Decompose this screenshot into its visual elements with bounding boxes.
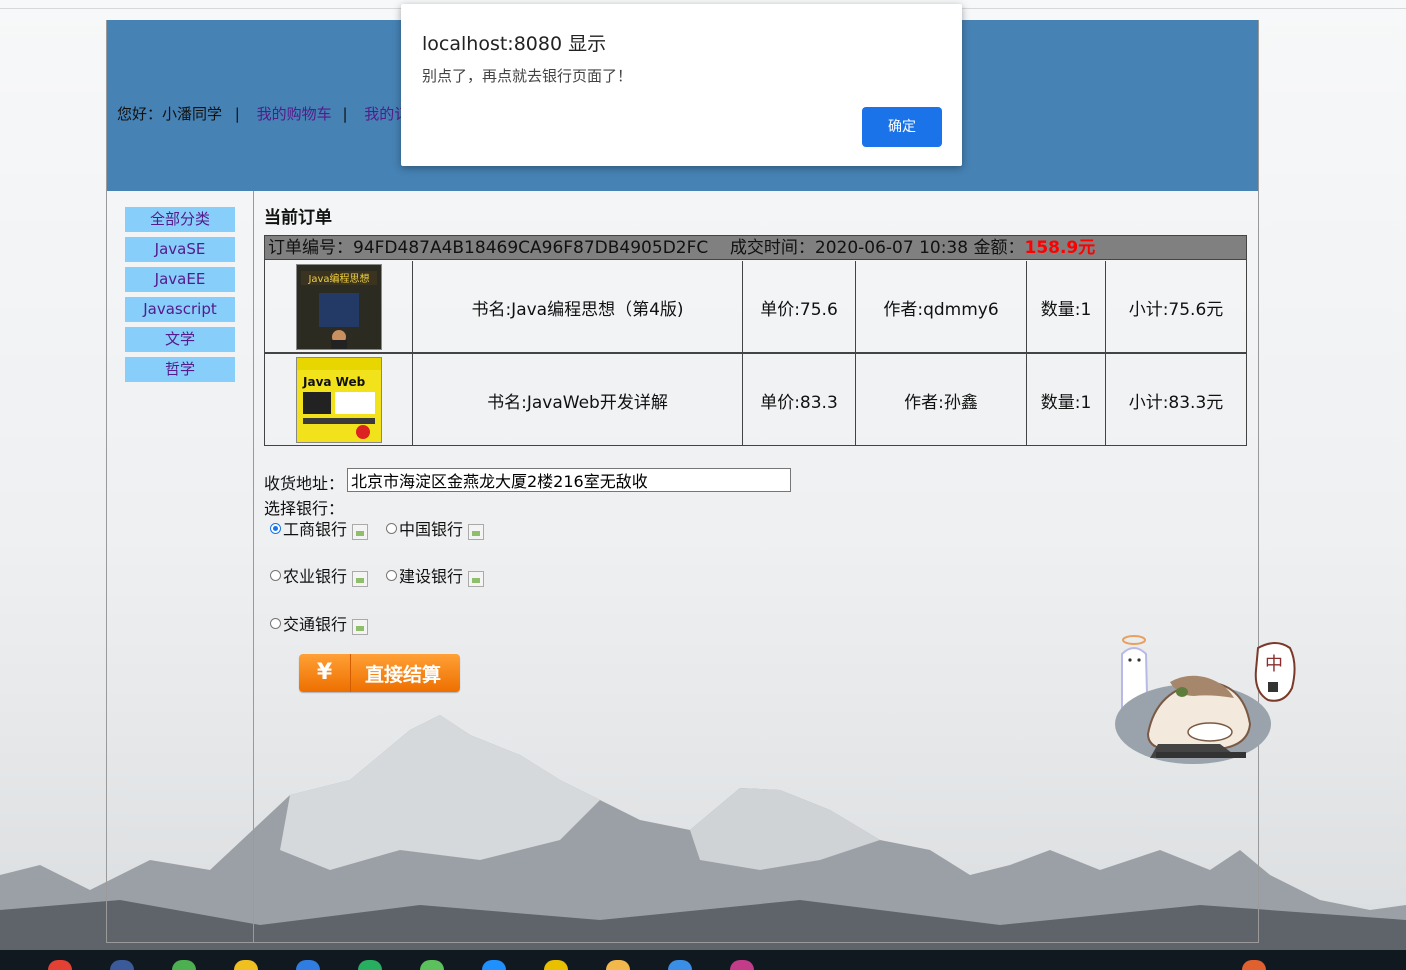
app-icon[interactable] — [234, 960, 258, 970]
radio-bocom[interactable] — [270, 617, 281, 629]
book-cover-cell: Java Web — [265, 354, 412, 446]
app-icon[interactable] — [296, 960, 320, 970]
radio-icbc[interactable] — [270, 522, 281, 534]
bank-option-boc[interactable]: 中国银行 — [386, 516, 485, 540]
book-author: 作者:qdmmy6 — [855, 261, 1026, 353]
broken-image-icon — [352, 571, 369, 587]
order-number: 订单编号：94FD487A4B18469CA96F87DB4905D2FC — [268, 238, 709, 258]
book-cover-java-thinking: Java编程思想 — [296, 265, 381, 349]
bank-option-bocom[interactable]: 交通银行 — [270, 611, 369, 635]
svg-text:中: 中 — [1265, 654, 1283, 675]
book-cover-image[interactable]: Java Web — [295, 357, 382, 443]
yen-icon: ¥ — [299, 654, 351, 692]
sidebar-item-all[interactable]: 全部分类 — [125, 207, 235, 232]
folder-icon[interactable] — [606, 960, 630, 970]
app-icon[interactable] — [420, 960, 444, 970]
cart-link[interactable]: 我的购物车 — [257, 105, 332, 123]
bank-name: 农业银行 — [283, 567, 348, 586]
book-cover-image[interactable]: Java编程思想 — [295, 264, 382, 350]
greeting-text: 您好：小潘同学 — [117, 105, 223, 123]
book-subtotal: 小计:83.3元 — [1105, 354, 1246, 446]
broken-image-icon — [352, 619, 369, 635]
order-time: 成交时间：2020-06-07 10:38 — [729, 238, 969, 258]
book-name: 书名:JavaWeb开发详解 — [412, 354, 742, 446]
book-author: 作者:孙鑫 — [855, 354, 1026, 446]
order-amount-label: 金额： — [973, 238, 1025, 258]
os-taskbar — [0, 950, 1406, 970]
app-icon[interactable] — [668, 960, 692, 970]
order-title: 当前订单 — [264, 208, 332, 228]
dialog-ok-button[interactable]: 确定 — [862, 107, 942, 147]
checkout-label: 直接结算 — [365, 663, 442, 686]
book-price: 单价:83.3 — [742, 354, 855, 446]
book-cover-javaweb: Java Web — [296, 358, 381, 442]
book-name: 书名:Java编程思想（第4版) — [412, 261, 742, 353]
app-icon[interactable] — [1242, 960, 1266, 970]
bank-name: 中国银行 — [399, 520, 464, 539]
sidebar-divider — [253, 191, 254, 942]
broken-image-icon — [468, 524, 485, 540]
sidebar-item-philosophy[interactable]: 哲学 — [125, 357, 235, 382]
bank-name: 交通银行 — [283, 615, 348, 634]
app-icon[interactable] — [482, 960, 506, 970]
broken-image-icon — [468, 571, 485, 587]
table-row: Java编程思想 书名:Java编程思想（第4版) 单价:75.6 作者:qdm… — [265, 261, 1246, 353]
bank-option-icbc[interactable]: 工商银行 — [270, 516, 369, 540]
hamster-mascot-sticker: 中 — [1115, 635, 1296, 764]
book-price: 单价:75.6 — [742, 261, 855, 353]
svg-text:Java Web: Java Web — [302, 375, 366, 389]
dialog-title: localhost:8080 显示 — [422, 33, 607, 55]
user-nav: 您好：小潘同学 | 我的购物车 | 我的订单 — [117, 103, 430, 124]
sidebar-item-literature[interactable]: 文学 — [125, 327, 235, 352]
table-row: Java Web 书名:JavaWeb开发详解 单价:83.3 作者:孙鑫 数量… — [265, 354, 1246, 446]
radio-ccb[interactable] — [386, 569, 397, 581]
bank-option-abc[interactable]: 农业银行 — [270, 563, 369, 587]
address-input[interactable] — [347, 468, 791, 492]
order-header: 订单编号：94FD487A4B18469CA96F87DB4905D2FC 成交… — [265, 236, 1246, 260]
broken-image-icon — [352, 524, 369, 540]
book-quantity: 数量:1 — [1026, 354, 1105, 446]
checkout-button[interactable]: ¥ 直接结算 — [299, 654, 460, 692]
sidebar-item-javaee[interactable]: JavaEE — [125, 267, 235, 292]
book-quantity: 数量:1 — [1026, 261, 1105, 353]
sidebar-item-javase[interactable]: JavaSE — [125, 237, 235, 262]
sidebar-item-javascript[interactable]: Javascript — [125, 297, 235, 322]
book-subtotal: 小计:75.6元 — [1105, 261, 1246, 353]
bank-name: 建设银行 — [399, 567, 464, 586]
order-amount: 158.9元 — [1024, 238, 1096, 258]
app-icon[interactable] — [172, 960, 196, 970]
book-cover-cell: Java编程思想 — [265, 261, 412, 353]
bank-option-ccb[interactable]: 建设银行 — [386, 563, 485, 587]
app-icon[interactable] — [544, 960, 568, 970]
nav-separator: | — [342, 105, 348, 123]
app-icon[interactable] — [730, 960, 754, 970]
alert-dialog: localhost:8080 显示 别点了，再点就去银行页面了！ 确定 — [401, 4, 962, 166]
dialog-message: 别点了，再点就去银行页面了！ — [422, 67, 633, 85]
address-label: 收货地址： — [264, 474, 345, 493]
radio-boc[interactable] — [386, 522, 397, 534]
radio-abc[interactable] — [270, 569, 281, 581]
dev-app-icon[interactable] — [110, 960, 134, 970]
nav-separator: | — [234, 105, 240, 123]
chrome-icon[interactable] — [48, 960, 72, 970]
svg-text:Java编程思想: Java编程思想 — [307, 272, 369, 285]
bank-name: 工商银行 — [283, 520, 348, 539]
order-table: 订单编号：94FD487A4B18469CA96F87DB4905D2FC 成交… — [264, 235, 1247, 446]
app-icon[interactable] — [358, 960, 382, 970]
